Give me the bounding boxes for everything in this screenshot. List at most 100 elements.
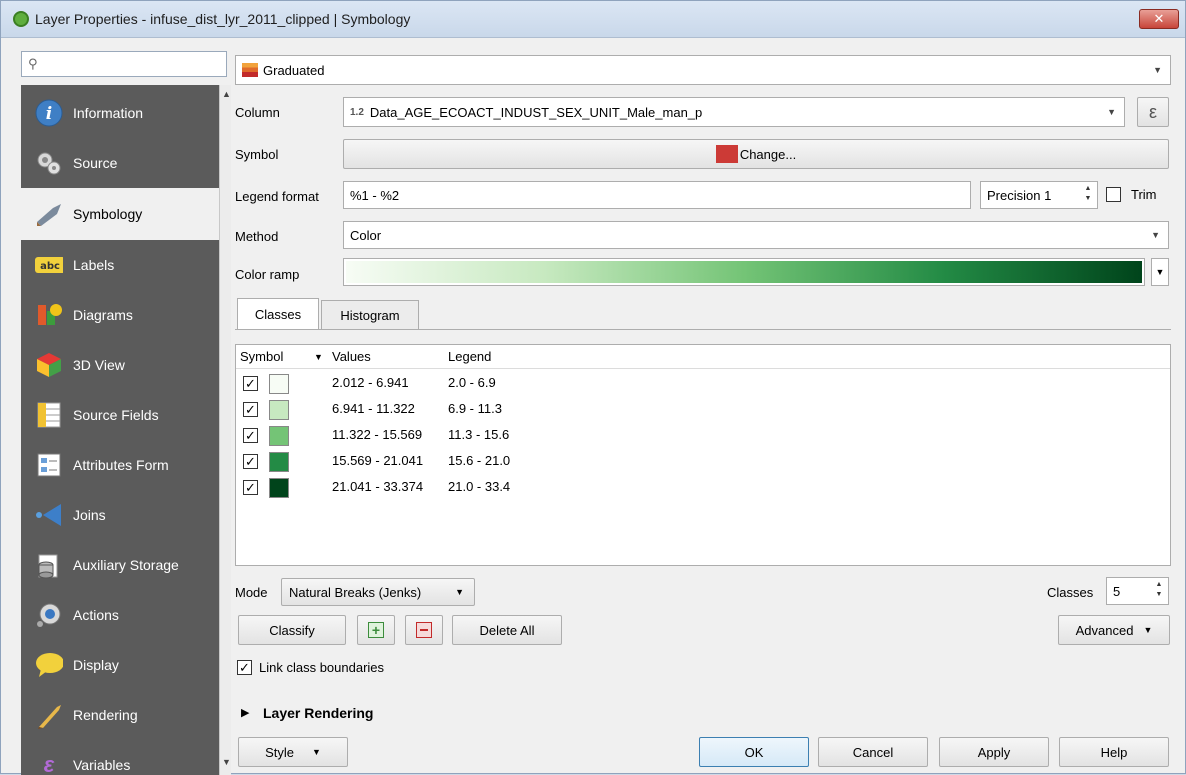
sidebar-item-variables[interactable]: ε Variables [21, 740, 219, 775]
class-legend[interactable]: 11.3 - 15.6 [448, 427, 509, 442]
sidebar-item-symbology[interactable]: Symbology [21, 188, 219, 240]
sidebar-item-diagrams[interactable]: Diagrams [21, 290, 219, 340]
class-legend[interactable]: 15.6 - 21.0 [448, 453, 510, 468]
classify-button[interactable]: Classify [238, 615, 346, 645]
search-input[interactable] [43, 56, 214, 72]
sidebar-item-source-fields[interactable]: Source Fields [21, 390, 219, 440]
trim-checkbox[interactable] [1106, 187, 1121, 202]
link-boundaries-label: Link class boundaries [259, 660, 385, 675]
sidebar-item-attributes-form[interactable]: Attributes Form [21, 440, 219, 490]
fields-icon [35, 401, 63, 429]
sidebar-item-label: Source [73, 155, 118, 171]
header-legend[interactable]: Legend [448, 349, 491, 364]
precision-spinner[interactable]: Precision 1 ▲ ▼ [980, 181, 1098, 209]
ok-button[interactable]: OK [699, 737, 809, 767]
legend-format-value: %1 - %2 [350, 187, 400, 203]
legend-format-input[interactable]: %1 - %2 [343, 181, 971, 209]
cube-icon [35, 351, 63, 379]
search-box[interactable]: ⚲ [21, 51, 227, 77]
row-checkbox[interactable]: ✓ [243, 428, 258, 443]
color-ramp-dropdown[interactable]: ▼ [1151, 258, 1169, 286]
add-class-button[interactable]: + [357, 615, 395, 645]
scroll-up-icon[interactable]: ▲ [222, 89, 231, 99]
title-bar[interactable]: Layer Properties - infuse_dist_lyr_2011_… [1, 1, 1185, 38]
delete-all-button[interactable]: Delete All [452, 615, 562, 645]
advanced-menu-button[interactable]: Advanced ▼ [1058, 615, 1170, 645]
chevron-down-icon: ▼ [455, 587, 464, 597]
sidebar-item-3d-view[interactable]: 3D View [21, 340, 219, 390]
apply-button[interactable]: Apply [939, 737, 1049, 767]
sidebar-scrollbar[interactable]: ▲ ▼ [219, 85, 231, 775]
row-checkbox[interactable]: ✓ [243, 480, 258, 495]
color-ramp-button[interactable] [343, 258, 1145, 286]
tab-histogram[interactable]: Histogram [321, 300, 419, 330]
sidebar-item-label: Actions [73, 607, 119, 623]
expression-button[interactable]: ε [1137, 97, 1169, 127]
class-values[interactable]: 11.322 - 15.569 [332, 427, 422, 442]
sidebar-item-label: Auxiliary Storage [73, 557, 179, 573]
class-values[interactable]: 2.012 - 6.941 [332, 375, 409, 390]
graduated-icon [242, 63, 258, 77]
table-row[interactable]: ✓ 15.569 - 21.041 15.6 - 21.0 [236, 449, 1170, 475]
sidebar-item-joins[interactable]: Joins [21, 490, 219, 540]
sidebar-item-display[interactable]: Display [21, 640, 219, 690]
class-color-swatch[interactable] [269, 452, 289, 472]
sidebar-item-source[interactable]: Source [21, 138, 219, 188]
class-values[interactable]: 21.041 - 33.374 [332, 479, 423, 494]
info-icon: i [35, 99, 63, 127]
header-values[interactable]: Values [332, 349, 371, 364]
class-values[interactable]: 6.941 - 11.322 [332, 401, 415, 416]
table-row[interactable]: ✓ 2.012 - 6.941 2.0 - 6.9 [236, 371, 1170, 397]
style-menu-button[interactable]: Style ▼ [238, 737, 348, 767]
sidebar-item-label: Rendering [73, 707, 138, 723]
sidebar-item-information[interactable]: i Information [21, 88, 219, 138]
classes-count-value: 5 [1113, 583, 1121, 599]
mode-label: Mode [235, 585, 268, 600]
class-legend[interactable]: 2.0 - 6.9 [448, 375, 496, 390]
spinner-arrows-icon[interactable]: ▲ ▼ [1152, 580, 1166, 600]
style-label: Style [265, 744, 294, 760]
renderer-select[interactable]: Graduated ▼ [235, 55, 1171, 85]
window-title: Layer Properties - infuse_dist_lyr_2011_… [35, 11, 411, 27]
table-row[interactable]: ✓ 21.041 - 33.374 21.0 - 33.4 [236, 475, 1170, 501]
row-checkbox[interactable]: ✓ [243, 376, 258, 391]
change-symbol-button[interactable]: Change... [343, 139, 1169, 169]
scroll-down-icon[interactable]: ▼ [222, 757, 231, 767]
column-select[interactable]: 1.2 Data_AGE_ECOACT_INDUST_SEX_UNIT_Male… [343, 97, 1125, 127]
color-ramp-label: Color ramp [235, 267, 300, 282]
row-checkbox[interactable]: ✓ [243, 454, 258, 469]
tab-classes[interactable]: Classes [237, 298, 319, 330]
sidebar-item-labels[interactable]: abc Labels [21, 240, 219, 290]
link-boundaries-checkbox[interactable]: ✓ [237, 660, 252, 675]
class-color-swatch[interactable] [269, 478, 289, 498]
mode-select[interactable]: Natural Breaks (Jenks) ▼ [281, 578, 475, 606]
column-label: Column [235, 105, 280, 120]
spinner-arrows-icon[interactable]: ▲ ▼ [1081, 184, 1095, 204]
row-checkbox[interactable]: ✓ [243, 402, 258, 417]
class-color-swatch[interactable] [269, 400, 289, 420]
table-row[interactable]: ✓ 11.322 - 15.569 11.3 - 15.6 [236, 423, 1170, 449]
class-legend[interactable]: 21.0 - 33.4 [448, 479, 510, 494]
sidebar-item-rendering[interactable]: Rendering [21, 690, 219, 740]
sort-icon: ▼ [314, 352, 323, 362]
header-symbol[interactable]: Symbol [240, 349, 283, 364]
sidebar-item-auxiliary-storage[interactable]: Auxiliary Storage [21, 540, 219, 590]
classes-table[interactable]: Symbol ▼ Values Legend ✓ 2.012 - 6.941 2… [235, 344, 1171, 566]
cancel-button[interactable]: Cancel [818, 737, 928, 767]
classes-count-label: Classes [1047, 585, 1094, 600]
help-button[interactable]: Help [1059, 737, 1169, 767]
class-legend[interactable]: 6.9 - 11.3 [448, 401, 502, 416]
table-row[interactable]: ✓ 6.941 - 11.322 6.9 - 11.3 [236, 397, 1170, 423]
sidebar-item-actions[interactable]: Actions [21, 590, 219, 640]
actions-icon [35, 601, 63, 629]
class-color-swatch[interactable] [269, 374, 289, 394]
class-values[interactable]: 15.569 - 21.041 [332, 453, 423, 468]
display-icon [35, 651, 63, 679]
layer-rendering-header[interactable]: Layer Rendering [263, 705, 373, 721]
method-select[interactable]: Color ▼ [343, 221, 1169, 249]
classes-count-spinner[interactable]: 5 ▲ ▼ [1106, 577, 1169, 605]
close-button[interactable]: ✕ [1139, 9, 1179, 29]
class-color-swatch[interactable] [269, 426, 289, 446]
expand-arrow-icon[interactable]: ▶ [241, 706, 249, 719]
remove-class-button[interactable] [405, 615, 443, 645]
